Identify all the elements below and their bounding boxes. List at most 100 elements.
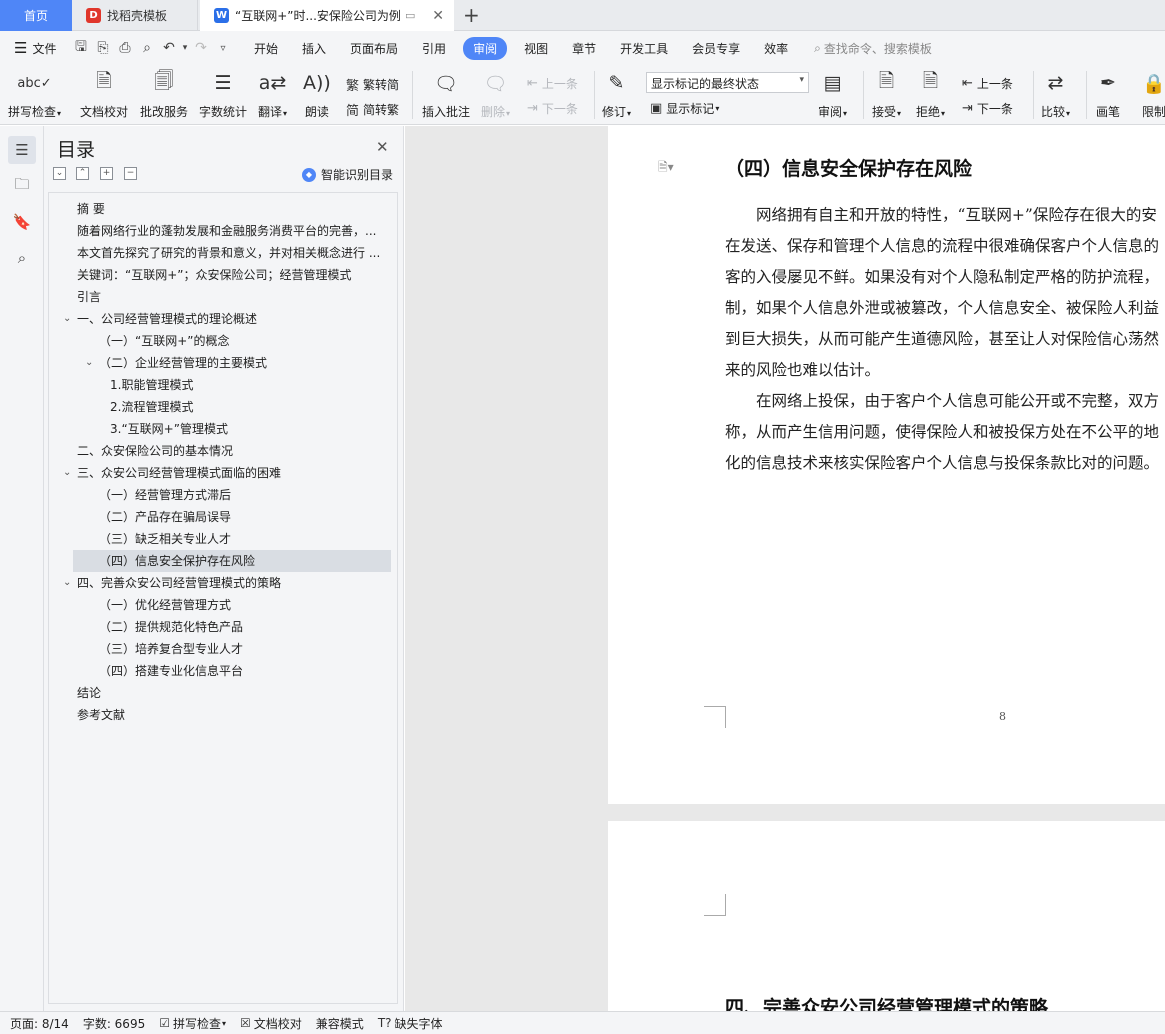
document-page[interactable]: 四、完善众安公司经营管理模式的策略 (608, 821, 1165, 1011)
track-changes-button[interactable]: ✎ 修订▾ (602, 69, 631, 120)
smart-toc-button[interactable]: ◆ 智能识别目录 (302, 166, 393, 183)
save-icon[interactable]: 🖫 (70, 36, 92, 60)
collapse-all-icon[interactable]: ⌄ (53, 167, 66, 180)
doc-proof-button[interactable]: 🗎 文档校对 (80, 69, 128, 120)
promote-level-icon[interactable]: + (100, 167, 113, 180)
status-missing-fonts[interactable]: T? 缺失字体 (378, 1015, 443, 1032)
toc-item[interactable]: ⌄ 四、完善众安公司经营管理模式的策略 (63, 572, 281, 594)
insert-comment-icon: 🗨 (433, 72, 459, 95)
toc-item[interactable]: （四）信息安全保护存在风险 (73, 550, 391, 572)
prev-comment-button[interactable]: ⇤ 上一条 (527, 75, 578, 92)
track-changes-label: 修订 (602, 105, 627, 119)
insert-comment-button[interactable]: 🗨 插入批注 (422, 69, 470, 120)
toc-item[interactable]: 结论 (77, 682, 101, 704)
toc-panel-icon[interactable]: ☰ (8, 136, 36, 164)
delete-comment-button[interactable]: 🗨 删除▾ (481, 69, 510, 120)
window-icon[interactable]: ▭ (405, 9, 415, 22)
print-preview-icon[interactable]: ⌕ (136, 40, 158, 56)
toc-item[interactable]: 关键词：“互联网+”；众安保险公司；经营管理模式 (77, 264, 352, 286)
toc-item-label: 1.职能管理模式 (110, 378, 194, 392)
page-menu-icon[interactable]: 🗎▾ (658, 158, 674, 179)
batch-service-button[interactable]: 🗐 批改服务 (140, 69, 188, 120)
menu-efficiency[interactable]: 效率 (764, 40, 788, 57)
status-missing-fonts-label: 缺失字体 (394, 1016, 443, 1031)
translate-button[interactable]: a⇄ 翻译▾ (258, 69, 287, 120)
compare-button[interactable]: ⇄ 比较▾ (1041, 69, 1070, 120)
toc-item[interactable]: （一）经营管理方式滞后 (99, 484, 231, 506)
print-icon[interactable]: ⎙ (114, 40, 136, 56)
undo-dropdown-icon[interactable]: ▾ (180, 43, 190, 53)
accept-button[interactable]: 🗎 接受▾ (872, 69, 901, 120)
word-count-button[interactable]: ☰ 字数统计 (199, 69, 247, 120)
close-icon[interactable]: ✕ (376, 138, 389, 156)
export-pdf-icon[interactable]: ⎘ (92, 40, 114, 56)
status-spell-check[interactable]: ☑ 拼写检查 ▾ (159, 1015, 226, 1032)
tab-home[interactable]: 首页 (0, 0, 72, 31)
word-count-indicator[interactable]: 字数: 6695 (83, 1015, 145, 1032)
simp-to-trad-button[interactable]: 简 简转繁 (346, 100, 399, 119)
toc-item[interactable]: ⌄ （二）企业经营管理的主要模式 (85, 352, 267, 374)
spell-check-button[interactable]: abc✓ 拼写检查▾ (8, 69, 61, 120)
customize-dropdown-icon[interactable]: ▿ (212, 43, 234, 54)
close-tab-icon[interactable]: ✕ (432, 8, 444, 24)
chevron-down-icon[interactable]: ⌄ (63, 308, 71, 330)
toc-item[interactable]: （三）培养复合型专业人才 (99, 638, 243, 660)
toc-item[interactable]: （四）搭建专业化信息平台 (99, 660, 243, 682)
file-menu[interactable]: ☰ 文件 (0, 39, 70, 57)
search-icon[interactable]: ⌕ (8, 244, 36, 272)
status-doc-proof[interactable]: ☒ 文档校对 (240, 1015, 302, 1032)
menu-start[interactable]: 开始 (254, 40, 278, 57)
pen-button[interactable]: ✒ 画笔 (1096, 69, 1120, 120)
command-search[interactable]: ⌕ 查找命令、搜索模板 (814, 40, 932, 57)
toc-item[interactable]: （二）产品存在骗局误导 (99, 506, 231, 528)
undo-icon[interactable]: ↶ (158, 40, 180, 56)
menu-insert[interactable]: 插入 (302, 40, 326, 57)
toc-item[interactable]: 参考文献 (77, 704, 125, 726)
demote-level-icon[interactable]: − (124, 167, 137, 180)
menu-page-layout[interactable]: 页面布局 (350, 40, 398, 57)
toc-item[interactable]: 随着网络行业的蓬勃发展和金融服务消费平台的完善，... (77, 220, 376, 242)
toc-item[interactable]: 二、众安保险公司的基本情况 (77, 440, 233, 462)
document-canvas[interactable]: 🗎▾ （四）信息安全保护存在风险 8 网络拥有自主和开放的特性，“互联网+”保险… (405, 126, 1165, 1011)
next-comment-button[interactable]: ⇥ 下一条 (527, 100, 578, 117)
toc-item[interactable]: ⌄ 三、众安公司经营管理模式面临的困难 (63, 462, 281, 484)
expand-all-icon[interactable]: ⌃ (76, 167, 89, 180)
menu-references[interactable]: 引用 (422, 40, 446, 57)
toc-item[interactable]: 引言 (77, 286, 101, 308)
tab-template[interactable]: D 找稻壳模板 (74, 0, 198, 31)
chevron-down-icon[interactable]: ⌄ (63, 572, 71, 594)
toc-item[interactable]: （一）优化经营管理方式 (99, 594, 231, 616)
chapter-nav-icon[interactable]: 🗀 (8, 172, 36, 200)
toc-item[interactable]: 摘 要 (77, 198, 105, 220)
menu-section[interactable]: 章节 (572, 40, 596, 57)
prev-change-button[interactable]: ⇤ 上一条 (962, 75, 1013, 92)
toc-item[interactable]: 3.“互联网+”管理模式 (110, 418, 228, 440)
markup-state-select[interactable]: 显示标记的最终状态 ▾ (646, 72, 809, 93)
trad-to-simp-button[interactable]: 繁 繁转简 (346, 75, 399, 94)
show-markup-button[interactable]: ▣ 显示标记 ▾ (650, 100, 719, 117)
reject-button[interactable]: 🗎 拒绝▾ (916, 69, 945, 120)
restrict-edit-button[interactable]: 🔒 限制 (1142, 69, 1165, 120)
redo-icon[interactable]: ↷ (190, 40, 212, 56)
tab-document[interactable]: W “互联网+”时...安保险公司为例 ▭ ✕ (200, 0, 454, 31)
toc-item[interactable]: （三）缺乏相关专业人才 (99, 528, 231, 550)
menu-developer[interactable]: 开发工具 (620, 40, 668, 57)
toc-item[interactable]: 1.职能管理模式 (110, 374, 193, 396)
page-indicator[interactable]: 页面: 8/14 (10, 1015, 69, 1032)
toc-item[interactable]: ⌄ 一、公司经营管理模式的理论概述 (63, 308, 257, 330)
menu-view[interactable]: 视图 (524, 40, 548, 57)
menu-member[interactable]: 会员专享 (692, 40, 740, 57)
menu-review[interactable]: 审阅 (463, 36, 508, 60)
toc-item[interactable]: 本文首先探究了研究的背景和意义，并对相关概念进行 ... (77, 242, 380, 264)
document-page[interactable]: 🗎▾ （四）信息安全保护存在风险 8 网络拥有自主和开放的特性，“互联网+”保险… (608, 126, 1165, 804)
next-change-button[interactable]: ⇥ 下一条 (962, 100, 1013, 117)
new-tab-icon[interactable]: + (463, 3, 480, 27)
chevron-down-icon[interactable]: ⌄ (63, 462, 71, 484)
review-pane-button[interactable]: ▤ 审阅▾ (818, 69, 847, 120)
bookmark-icon[interactable]: 🔖 (8, 208, 36, 236)
toc-item[interactable]: （二）提供规范化特色产品 (99, 616, 243, 638)
chevron-down-icon[interactable]: ⌄ (85, 352, 93, 374)
toc-item[interactable]: 2.流程管理模式 (110, 396, 193, 418)
read-aloud-button[interactable]: A)) 朗读 (303, 69, 331, 120)
toc-item[interactable]: （一）“互联网+”的概念 (99, 330, 230, 352)
